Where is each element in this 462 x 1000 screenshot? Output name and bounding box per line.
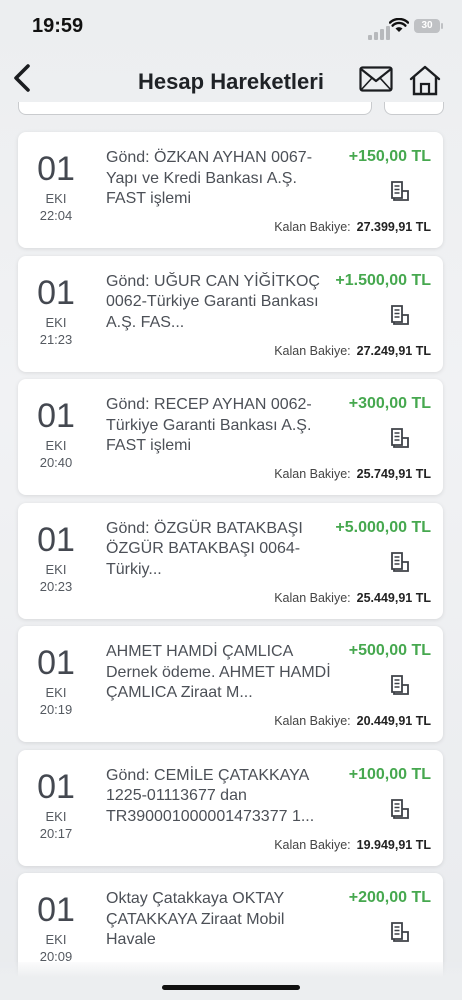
balance-label: Kalan Bakiye: — [274, 220, 351, 234]
transaction-day: 01 — [37, 767, 75, 806]
transaction-description: Gönd: ÖZGÜR BATAKBAŞI ÖZGÜR BATAKBAŞI 00… — [106, 519, 303, 578]
balance-value: 25.749,91 TL — [356, 467, 431, 481]
transaction-date: 01 EKI 20:17 — [18, 768, 94, 843]
balance-value: 27.399,91 TL — [356, 220, 431, 234]
transaction-description: AHMET HAMDİ ÇAMLICA Dernek ödeme. AHMET … — [106, 643, 331, 701]
transaction-date: 01 EKI 21:23 — [18, 274, 94, 349]
receipt-icon — [391, 551, 409, 572]
home-button[interactable] — [409, 64, 441, 101]
receipt-button[interactable] — [389, 427, 411, 454]
receipt-icon — [391, 304, 409, 325]
transaction-balance: Kalan Bakiye: 27.249,91 TL — [274, 344, 431, 358]
transaction-balance: Kalan Bakiye: 27.399,91 TL — [274, 220, 431, 234]
transaction-date: 01 EKI 20:40 — [18, 397, 94, 472]
transaction-day: 01 — [37, 150, 75, 188]
transaction-amount: +200,00 TL — [348, 889, 431, 906]
balance-label: Kalan Bakiye: — [274, 467, 351, 481]
receipt-icon — [391, 675, 409, 695]
transaction-month: EKI — [45, 685, 67, 700]
transaction-balance: Kalan Bakiye: 19.949,91 TL — [274, 838, 431, 852]
transaction-amount: +1.500,00 TL — [335, 271, 431, 289]
search-field[interactable] — [18, 102, 372, 115]
receipt-button[interactable] — [389, 551, 411, 578]
transaction-amount: +150,00 TL — [348, 148, 431, 165]
receipt-icon — [391, 922, 409, 942]
transaction-time: 21:23 — [39, 331, 73, 347]
status-time: 19:59 — [32, 15, 84, 37]
envelope-icon — [359, 66, 393, 92]
nav-bar: Hesap Hareketleri — [0, 52, 462, 108]
receipt-button[interactable] — [389, 674, 411, 701]
transaction-time: 20:17 — [39, 825, 73, 841]
receipt-button[interactable] — [389, 180, 411, 207]
balance-value: 19.949,91 TL — [356, 837, 431, 852]
balance-value: 27.249,91 TL — [356, 343, 431, 358]
transaction-time: 22:04 — [39, 208, 73, 223]
transaction-month: EKI — [45, 314, 67, 330]
transaction-day: 01 — [37, 520, 75, 559]
transaction-balance: Kalan Bakiye: 25.749,91 TL — [274, 467, 431, 481]
transaction-description: Gönd: RECEP AYHAN 0062-Türkiye Garanti B… — [106, 396, 312, 454]
transaction-day: 01 — [37, 273, 75, 312]
balance-label: Kalan Bakiye: — [274, 837, 351, 852]
receipt-button[interactable] — [389, 921, 411, 948]
transaction-month: EKI — [45, 932, 67, 947]
transaction-time: 20:19 — [39, 702, 73, 717]
transaction-amount: +100,00 TL — [348, 765, 431, 783]
filter-bar — [18, 102, 444, 116]
status-bar: 19:59 30 — [0, 0, 462, 52]
house-icon — [409, 65, 441, 96]
balance-value: 25.449,91 TL — [356, 590, 431, 605]
balance-label: Kalan Bakiye: — [274, 343, 351, 358]
receipt-button[interactable] — [389, 304, 411, 331]
home-indicator — [162, 985, 300, 990]
receipt-icon — [391, 428, 409, 448]
transaction-balance: Kalan Bakiye: 20.449,91 TL — [274, 714, 431, 728]
transaction-amount: +300,00 TL — [348, 395, 431, 412]
transaction-list: 01 EKI 22:04 Gönd: ÖZKAN AYHAN 0067-Yapı… — [18, 132, 443, 997]
transaction-description: Gönd: CEMİLE ÇATAKKAYA 1225-01113677 dan… — [106, 766, 315, 825]
transaction-date: 01 EKI 20:23 — [18, 521, 94, 596]
transaction-card[interactable]: 01 EKI 20:17 Gönd: CEMİLE ÇATAKKAYA 1225… — [18, 749, 443, 866]
balance-label: Kalan Bakiye: — [274, 590, 351, 605]
transaction-amount: +5.000,00 TL — [335, 518, 431, 536]
transaction-card[interactable]: 01 EKI 20:19 AHMET HAMDİ ÇAMLICA Dernek … — [18, 626, 443, 742]
wifi-icon — [388, 17, 410, 38]
transaction-amount: +500,00 TL — [348, 642, 431, 659]
transaction-month: EKI — [45, 561, 67, 577]
transaction-time: 20:23 — [39, 578, 73, 594]
transaction-description: Gönd: ÖZKAN AYHAN 0067-Yapı ve Kredi Ban… — [106, 149, 313, 207]
transaction-month: EKI — [45, 808, 67, 824]
transaction-day: 01 — [37, 891, 75, 929]
transaction-date: 01 EKI 22:04 — [18, 150, 94, 225]
transaction-day: 01 — [37, 644, 75, 682]
transaction-card[interactable]: 01 EKI 20:40 Gönd: RECEP AYHAN 0062-Türk… — [18, 379, 443, 495]
filter-button[interactable] — [384, 102, 444, 115]
receipt-button[interactable] — [389, 798, 411, 825]
transaction-month: EKI — [45, 438, 67, 453]
transaction-date: 01 EKI 20:19 — [18, 644, 94, 719]
balance-label: Kalan Bakiye: — [274, 714, 351, 728]
transaction-description: Gönd: UĞUR CAN YİĞİTKOÇ 0062-Türkiye Gar… — [106, 272, 320, 331]
transaction-day: 01 — [37, 397, 75, 435]
mail-button[interactable] — [359, 66, 393, 97]
receipt-icon — [391, 181, 409, 201]
bottom-fade — [0, 962, 462, 1000]
transaction-time: 20:40 — [39, 455, 73, 470]
transaction-balance: Kalan Bakiye: 25.449,91 TL — [274, 591, 431, 605]
transaction-card[interactable]: 01 EKI 20:23 Gönd: ÖZGÜR BATAKBAŞI ÖZGÜR… — [18, 502, 443, 619]
transaction-card[interactable]: 01 EKI 21:23 Gönd: UĞUR CAN YİĞİTKOÇ 006… — [18, 255, 443, 372]
battery-icon: 30 — [414, 19, 443, 33]
transaction-month: EKI — [45, 191, 67, 206]
receipt-icon — [391, 798, 409, 819]
transaction-card[interactable]: 01 EKI 22:04 Gönd: ÖZKAN AYHAN 0067-Yapı… — [18, 132, 443, 248]
transaction-date: 01 EKI 20:09 — [18, 891, 94, 966]
balance-value: 20.449,91 TL — [356, 714, 431, 728]
transaction-description: Oktay Çatakkaya OKTAY ÇATAKKAYA Ziraat M… — [106, 890, 285, 948]
